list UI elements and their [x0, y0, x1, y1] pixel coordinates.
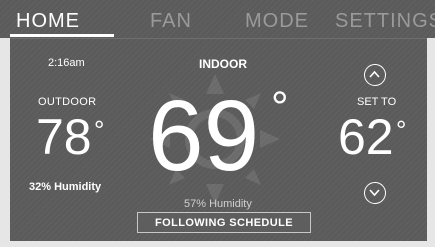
temperature-up-button[interactable] [364, 64, 386, 86]
outdoor-temperature: 78 [36, 109, 92, 165]
outdoor-humidity: 32% Humidity [29, 181, 102, 193]
tab-mode[interactable]: MODE [245, 10, 309, 33]
chevron-down-icon [369, 189, 380, 197]
screen-frame-bottom [0, 241, 435, 247]
setpoint-degree-symbol: ° [396, 115, 407, 145]
thermostat-screen: HOME FAN MODE SETTINGS 2:16am OUTDOOR 78… [0, 0, 435, 247]
outdoor-degree-symbol: ° [94, 115, 105, 145]
tab-bar: HOME FAN MODE SETTINGS [0, 0, 435, 39]
chevron-up-icon [369, 70, 380, 78]
tab-fan[interactable]: FAN [150, 10, 192, 33]
tab-settings[interactable]: SETTINGS [335, 10, 435, 33]
set-to-label: SET TO [357, 96, 397, 108]
indoor-degree-symbol: ° [271, 83, 289, 132]
current-time: 2:16am [48, 57, 85, 69]
indoor-temperature: 69 [148, 80, 260, 192]
outdoor-label: OUTDOOR [38, 96, 97, 108]
setpoint-temperature: 62 [338, 109, 394, 165]
temperature-down-button[interactable] [364, 182, 386, 204]
indoor-humidity: 57% Humidity [184, 198, 252, 210]
screen-frame-left [0, 38, 10, 247]
active-tab-indicator [10, 34, 114, 37]
tab-divider [0, 38, 435, 39]
screen-frame-right [427, 38, 435, 247]
following-schedule-button[interactable]: FOLLOWING SCHEDULE [137, 212, 311, 233]
tab-home[interactable]: HOME [16, 10, 80, 33]
indoor-label: INDOOR [199, 57, 247, 71]
